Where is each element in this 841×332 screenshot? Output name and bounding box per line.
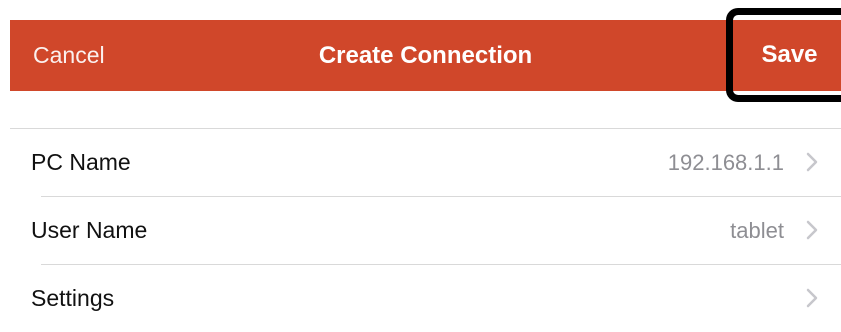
save-button-label: Save — [761, 41, 818, 68]
settings-row[interactable]: Settings — [10, 265, 841, 332]
chevron-right-icon — [806, 220, 818, 240]
navigation-bar: Cancel Create Connection Save — [10, 8, 841, 102]
user-name-label: User Name — [31, 217, 148, 243]
user-name-row[interactable]: User Name tablet — [10, 197, 841, 265]
pc-name-label: PC Name — [31, 149, 131, 175]
chevron-right-icon — [806, 152, 818, 172]
settings-label: Settings — [31, 285, 115, 311]
cancel-button[interactable]: Cancel — [33, 20, 105, 91]
page-title: Create Connection — [318, 42, 533, 69]
chevron-right-icon — [806, 288, 818, 308]
pc-name-value: 192.168.1.1 — [667, 150, 784, 175]
save-button[interactable]: Save — [726, 8, 841, 102]
pc-name-row[interactable]: PC Name 192.168.1.1 — [10, 129, 841, 197]
user-name-value: tablet — [730, 218, 784, 243]
